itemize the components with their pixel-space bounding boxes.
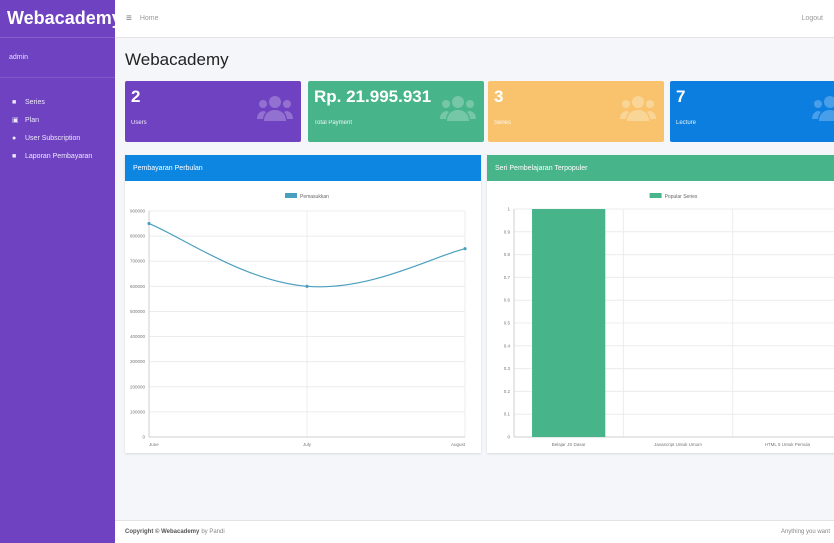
user-panel[interactable]: admin xyxy=(0,38,115,78)
y-tick-label: 0 xyxy=(142,435,145,440)
y-tick-label: 200000 xyxy=(130,384,146,389)
user-name[interactable]: admin xyxy=(9,54,28,61)
popular-series-bar-chart: Popular Series 0 0.1 0.2 0.3 0.4 0.5 0.6 0.7 0.8 0… xyxy=(504,193,834,447)
users-icon: ● xyxy=(12,134,17,142)
data-point[interactable] xyxy=(147,221,151,226)
x-tick-label: HTML 5 Untuk Pemula xyxy=(765,442,811,447)
legend: Popular Series xyxy=(649,193,698,200)
y-tick-label: 0.3 xyxy=(504,366,511,371)
total-payment-info-box[interactable]: Rp. 21.995.931 Total Payment xyxy=(308,81,484,142)
square-icon: ■ xyxy=(12,152,17,160)
data-point[interactable] xyxy=(305,284,309,288)
y-tick-label: 0.5 xyxy=(504,321,511,326)
stat-label: Users xyxy=(131,120,147,126)
top-navbar: ≡ Home Logout xyxy=(115,0,834,38)
series-info-box[interactable]: 3 Series xyxy=(488,81,664,142)
y-tick-label: 0.9 xyxy=(504,229,511,234)
sidebar-item-series[interactable]: ■ Series xyxy=(0,93,115,111)
y-tick-label: 1 xyxy=(507,207,510,212)
brand-logo[interactable]: Webacademy. xyxy=(0,0,125,38)
y-tick-label: 900000 xyxy=(130,209,146,214)
stat-value: Rp. 21.995.931 xyxy=(314,87,432,106)
sidebar-nav: ■ Series ▣ Plan ● User Subscription ■ La… xyxy=(0,78,115,165)
users-icon xyxy=(257,96,293,121)
x-tick-label: June xyxy=(149,442,159,447)
stat-label: Series xyxy=(494,120,512,126)
sidebar-item-label: Laporan Pembayaran xyxy=(25,152,93,160)
x-tick-label: Javascript Untuk Umum xyxy=(654,442,702,447)
sidebar-item-label: Plan xyxy=(25,116,40,124)
y-tick-label: 100000 xyxy=(130,409,146,414)
users-icon xyxy=(440,96,476,121)
y-tick-label: 500000 xyxy=(130,309,146,314)
sidebar-item-label: User Subscription xyxy=(25,134,81,142)
footer-copyright: Copyright © Webacademy xyxy=(125,529,200,535)
y-tick-label: 0.8 xyxy=(504,252,511,257)
footer: Copyright © Webacademy by Pandi Anything… xyxy=(115,520,834,543)
logout-link[interactable]: Logout xyxy=(802,15,823,22)
square-icon: ■ xyxy=(12,98,17,106)
y-tick-label: 800000 xyxy=(130,234,146,239)
y-tick-label: 400000 xyxy=(130,334,146,339)
page-title: Webacademy xyxy=(125,50,229,69)
legend: Pemasukkan xyxy=(285,193,329,200)
monthly-payment-line-chart: Pemasukkan 0 100000 200000 300000 400000 50000… xyxy=(130,193,467,447)
sidebar: Webacademy. admin ■ Series ▣ Plan ● User… xyxy=(0,0,125,543)
stat-label: Total Payment xyxy=(314,120,353,126)
stat-value: 2 xyxy=(131,87,141,106)
y-tick-label: 300000 xyxy=(130,359,146,364)
y-tick-label: 0 xyxy=(507,435,510,440)
sidebar-item-plan[interactable]: ▣ Plan xyxy=(0,111,115,129)
stat-value: 3 xyxy=(494,87,504,106)
popular-series-card: Seri Pembelajaran Terpopuler Popular Ser… xyxy=(487,155,834,453)
y-tick-label: 0.4 xyxy=(504,343,511,348)
card-title: Pembayaran Perbulan xyxy=(125,155,481,181)
y-tick-label: 600000 xyxy=(130,284,146,289)
data-point[interactable] xyxy=(463,247,467,251)
sidebar-item-laporan-pembayaran[interactable]: ■ Laporan Pembayaran xyxy=(0,147,115,165)
home-link[interactable]: Home xyxy=(140,15,159,22)
legend-label: Pemasukkan xyxy=(300,194,329,200)
users-icon xyxy=(620,96,656,121)
legend-swatch xyxy=(285,193,297,198)
users-info-box[interactable]: 2 Users xyxy=(125,81,301,142)
y-tick-label: 700000 xyxy=(130,259,146,264)
y-tick-label: 0.7 xyxy=(504,275,511,280)
monthly-payment-card: Pembayaran Perbulan Pemasukkan 0 100000 200… xyxy=(125,155,481,453)
footer-tagline: Anything you want xyxy=(780,529,830,535)
sidebar-item-label: Series xyxy=(25,98,45,106)
x-tick-label: August xyxy=(451,442,466,447)
x-tick-label: July xyxy=(303,442,312,447)
card-icon: ▣ xyxy=(12,117,19,124)
legend-label: Popular Series xyxy=(665,194,698,200)
users-icon xyxy=(812,96,834,121)
footer-author[interactable]: by Pandi xyxy=(201,529,224,535)
y-tick-label: 0.2 xyxy=(504,389,511,394)
legend-swatch xyxy=(649,193,662,198)
stat-value: 7 xyxy=(676,87,686,106)
bar[interactable] xyxy=(532,209,606,437)
menu-toggle-icon[interactable]: ≡ xyxy=(126,13,132,24)
y-tick-label: 0.1 xyxy=(504,412,511,417)
x-tick-label: Belajar JS Dasar xyxy=(552,442,586,447)
y-tick-label: 0.6 xyxy=(504,298,511,303)
card-title: Seri Pembelajaran Terpopuler xyxy=(487,155,834,181)
stat-label: Lecture xyxy=(676,120,697,126)
lecture-info-box[interactable]: 7 Lecture xyxy=(670,81,834,142)
sidebar-item-user-subscription[interactable]: ● User Subscription xyxy=(0,129,115,147)
